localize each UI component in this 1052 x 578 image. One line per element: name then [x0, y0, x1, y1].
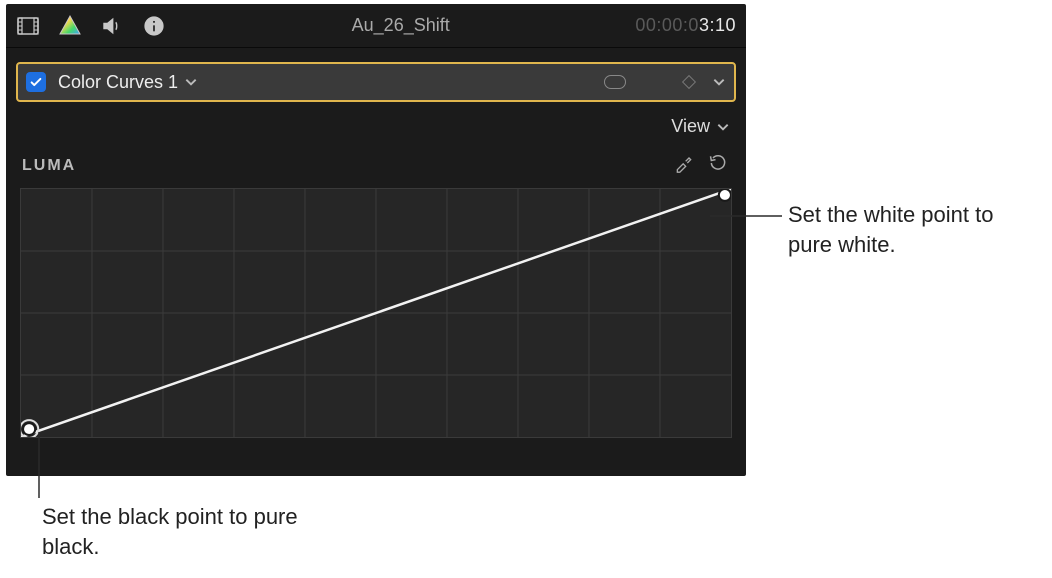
callout-black-point: Set the black point to pure black. — [42, 502, 302, 561]
callout-white-point: Set the white point to pure white. — [788, 200, 1028, 259]
